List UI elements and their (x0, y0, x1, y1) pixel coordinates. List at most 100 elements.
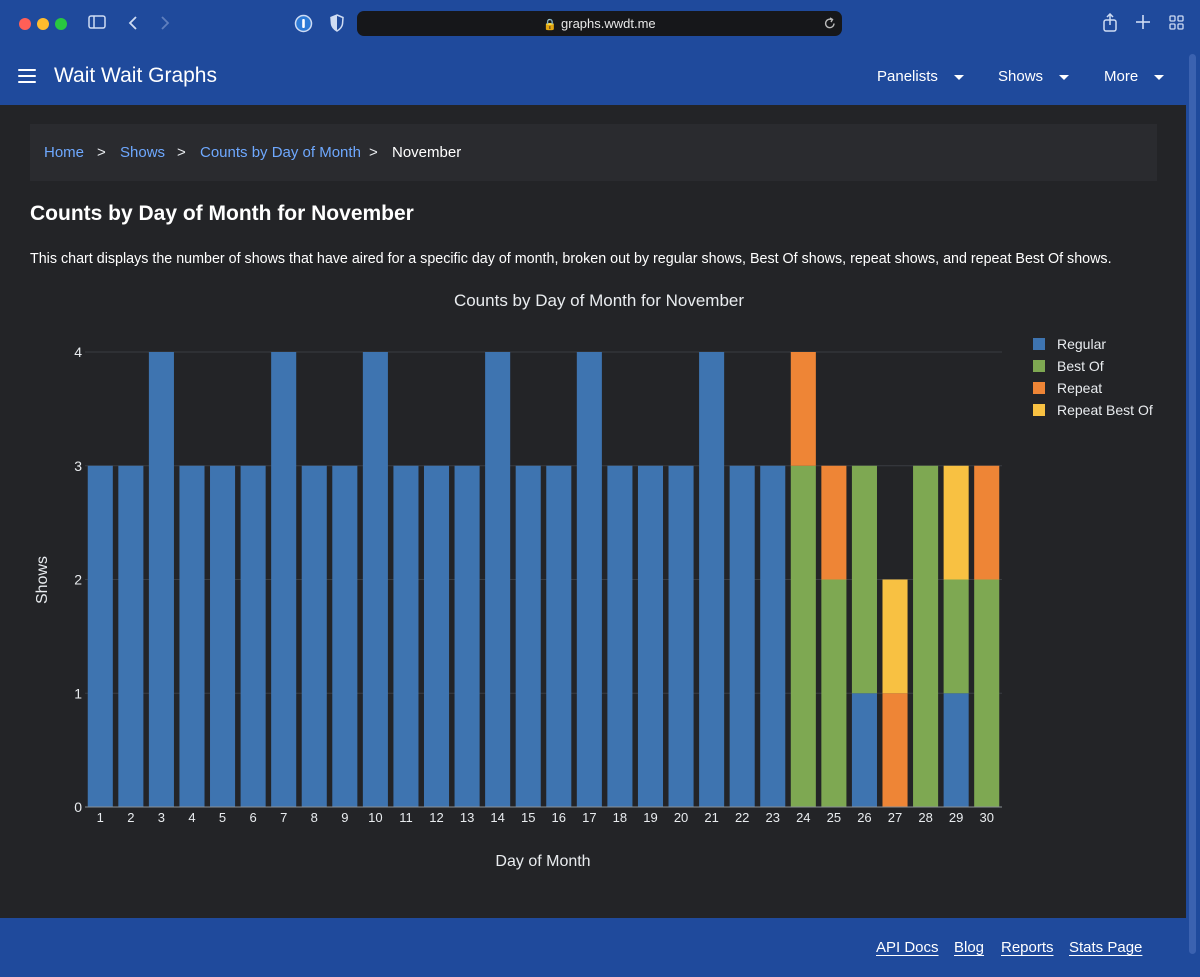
footer-link-reports[interactable]: Reports (1001, 939, 1054, 956)
footer-link-api-docs[interactable]: API Docs (876, 939, 939, 956)
tab-overview-icon[interactable] (1169, 15, 1184, 30)
bar-regular-day-16[interactable] (546, 465, 572, 807)
bar-repeat-day-25[interactable] (821, 465, 847, 580)
stacked-bar-chart: Counts by Day of Month for November 0123… (34, 291, 1153, 870)
legend-item-repeat[interactable]: Repeat (1033, 380, 1102, 396)
bar-repeat-day-27[interactable] (882, 693, 908, 807)
bar-regular-day-8[interactable] (301, 465, 327, 807)
bar-best-of-day-26[interactable] (851, 465, 877, 694)
x-tick-label: 4 (188, 810, 195, 825)
bar-regular-day-22[interactable] (729, 465, 755, 807)
nav-label: More (1104, 68, 1139, 85)
minimize-window-button[interactable] (37, 18, 49, 30)
password-manager-icon[interactable] (294, 14, 313, 33)
chart-title: Counts by Day of Month for November (454, 291, 744, 310)
new-tab-icon[interactable] (1136, 15, 1150, 29)
footer-link-stats-page[interactable]: Stats Page (1069, 939, 1142, 956)
x-tick-label: 15 (521, 810, 535, 825)
brand-title[interactable]: Wait Wait Graphs (54, 64, 217, 88)
bar-regular-day-14[interactable] (485, 352, 511, 807)
breadcrumb-home[interactable]: Home (44, 144, 84, 161)
x-tick-label: 14 (490, 810, 504, 825)
x-tick-label: 18 (613, 810, 627, 825)
forward-icon[interactable] (160, 15, 170, 31)
bar-regular-day-13[interactable] (454, 465, 480, 807)
bar-regular-day-18[interactable] (607, 465, 633, 807)
zoom-window-button[interactable] (55, 18, 67, 30)
legend-item-repeat-best-of[interactable]: Repeat Best Of (1033, 402, 1153, 418)
page-scrollbar[interactable] (1186, 48, 1200, 977)
x-axis-title: Day of Month (495, 853, 590, 870)
bar-best-of-day-28[interactable] (913, 465, 939, 807)
bar-regular-day-1[interactable] (87, 465, 113, 807)
bar-regular-day-20[interactable] (668, 465, 694, 807)
bar-best-of-day-25[interactable] (821, 579, 847, 808)
shield-icon[interactable] (330, 14, 344, 32)
footer-link-blog[interactable]: Blog (954, 939, 984, 956)
bar-regular-day-17[interactable] (576, 352, 602, 807)
x-tick-label: 10 (368, 810, 382, 825)
breadcrumb: Home > Shows > Counts by Day of Month > … (30, 124, 1157, 181)
breadcrumb-shows[interactable]: Shows (120, 144, 165, 161)
breadcrumb-counts-by-day[interactable]: Counts by Day of Month (200, 144, 361, 161)
nav-label: Shows (998, 68, 1044, 85)
footer: API Docs Blog Reports Stats Page (0, 918, 1200, 977)
x-tick-label: 17 (582, 810, 596, 825)
page-description: This chart displays the number of shows … (30, 251, 1112, 267)
caret-down-icon (953, 74, 964, 80)
bar-regular-day-21[interactable] (699, 352, 725, 807)
bar-regular-day-19[interactable] (637, 465, 664, 807)
browser-toolbar: 🔒 graphs.wwdt.me (0, 0, 1200, 48)
bar-regular-day-5[interactable] (210, 465, 236, 807)
x-tick-label: 20 (674, 810, 688, 825)
sidebar-icon[interactable] (88, 15, 106, 29)
breadcrumb-current: November (392, 144, 462, 161)
bar-regular-day-15[interactable] (515, 465, 541, 807)
share-icon[interactable] (1102, 13, 1118, 32)
url-display[interactable]: 🔒 graphs.wwdt.me (357, 16, 842, 31)
x-tick-label: 16 (552, 810, 566, 825)
back-icon[interactable] (128, 15, 138, 31)
bar-best-of-day-30[interactable] (974, 579, 1000, 808)
legend-item-regular[interactable]: Regular (1033, 336, 1106, 352)
nav-dropdown-shows[interactable]: Shows (998, 68, 1070, 85)
y-axis-title: Shows (34, 556, 51, 604)
legend-item-best-of[interactable]: Best Of (1033, 358, 1104, 374)
address-bar[interactable]: 🔒 graphs.wwdt.me (357, 11, 842, 36)
bar-regular-day-7[interactable] (271, 352, 297, 807)
bar-regular-day-2[interactable] (118, 465, 144, 807)
bar-repeat-best-of-day-29[interactable] (943, 465, 969, 580)
bar-repeat-day-30[interactable] (974, 465, 1000, 580)
bar-repeat-day-24[interactable] (790, 352, 816, 466)
x-tick-label: 3 (158, 810, 165, 825)
bar-regular-day-4[interactable] (179, 465, 205, 807)
nav-dropdown-panelists[interactable]: Panelists (877, 68, 964, 85)
reload-icon[interactable] (824, 17, 836, 30)
bar-regular-day-9[interactable] (332, 465, 358, 807)
bar-regular-day-23[interactable] (760, 465, 786, 807)
bar-regular-day-3[interactable] (148, 352, 174, 807)
x-tick-label: 21 (704, 810, 718, 825)
breadcrumb-separator: > (97, 144, 106, 161)
bar-regular-day-10[interactable] (362, 352, 388, 807)
breadcrumb-separator: > (369, 144, 378, 161)
x-tick-label: 9 (341, 810, 348, 825)
close-window-button[interactable] (19, 18, 31, 30)
nav-dropdown-more[interactable]: More (1104, 68, 1165, 85)
x-tick-label: 6 (249, 810, 256, 825)
navbar: Wait Wait Graphs Panelists Shows More (0, 48, 1200, 105)
bar-repeat-best-of-day-27[interactable] (882, 579, 908, 694)
caret-down-icon (1154, 74, 1165, 80)
bar-regular-day-11[interactable] (393, 465, 419, 807)
bar-regular-day-6[interactable] (240, 465, 266, 807)
bar-best-of-day-24[interactable] (790, 465, 816, 807)
menu-toggle-icon[interactable] (18, 69, 36, 83)
bar-regular-day-29[interactable] (943, 693, 969, 807)
bar-regular-day-12[interactable] (423, 465, 450, 807)
legend-swatch (1033, 382, 1045, 394)
scrollbar-thumb[interactable] (1189, 54, 1196, 954)
bar-regular-day-26[interactable] (851, 693, 877, 807)
legend-label: Regular (1057, 336, 1106, 352)
bar-best-of-day-29[interactable] (943, 579, 969, 694)
x-tick-label: 23 (766, 810, 780, 825)
